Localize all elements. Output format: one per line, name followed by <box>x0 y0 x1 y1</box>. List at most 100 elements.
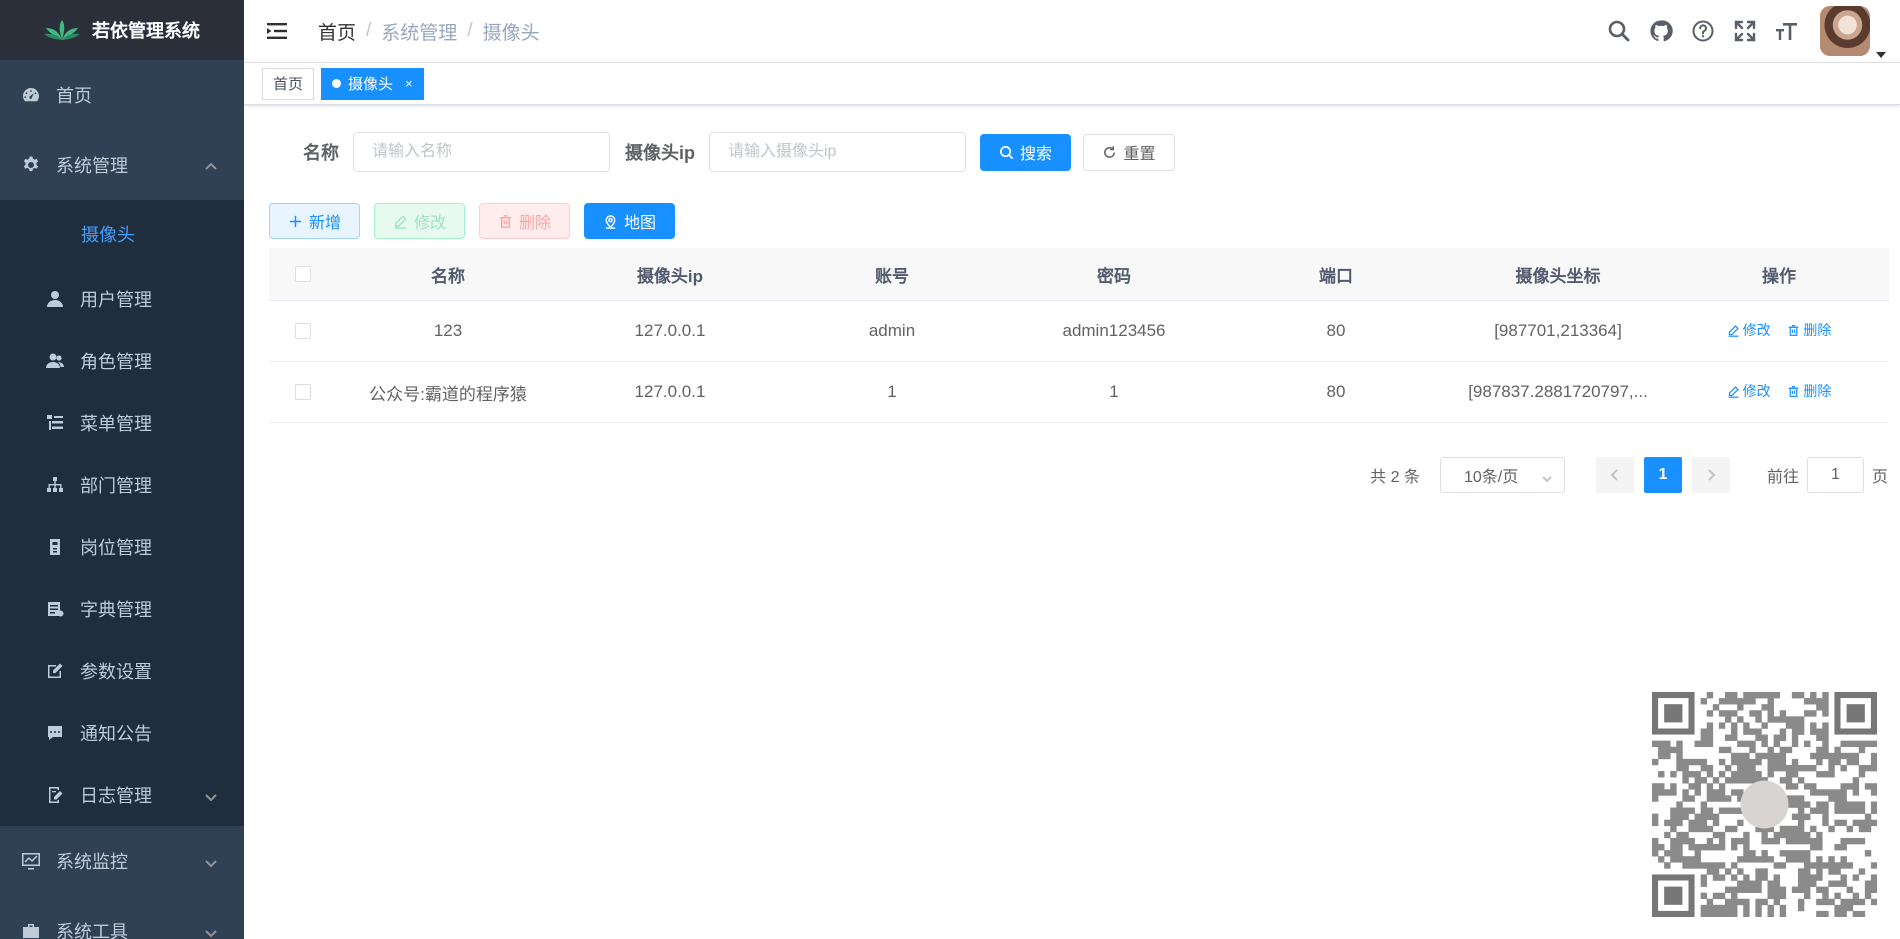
map-button[interactable]: 地图 <box>584 203 675 239</box>
cell-password: admin123456 <box>1062 321 1166 340</box>
cell-actions: 修改 删除 <box>1669 381 1889 403</box>
sidebar-item-dict[interactable]: 字典管理 <box>0 578 244 640</box>
search-icon[interactable] <box>1598 10 1640 52</box>
sidebar-item-home[interactable]: 首页 <box>0 60 244 130</box>
question-icon[interactable] <box>1682 10 1724 52</box>
select-all-cell <box>269 266 337 282</box>
search-form: 名称 摄像头ip 搜索 重置 <box>244 132 1175 172</box>
cell-coords: [987837.2881720797,... <box>1468 382 1648 401</box>
page-size-value: 10条/页 <box>1463 469 1519 486</box>
message-icon <box>44 722 66 744</box>
cell-actions: 修改 删除 <box>1669 320 1889 342</box>
sidebar-item-posts[interactable]: 岗位管理 <box>0 516 244 578</box>
tree-icon <box>44 474 66 496</box>
page-size-select[interactable]: 10条/页 <box>1439 457 1565 493</box>
sidebar-item-label: 系统监控 <box>56 852 128 872</box>
sidebar-item-system[interactable]: 系统管理 <box>0 130 244 200</box>
avatar[interactable] <box>1820 6 1870 56</box>
caret-down-icon <box>1876 46 1886 58</box>
breadcrumb-separator: / <box>467 20 473 41</box>
sidebar-item-departments[interactable]: 部门管理 <box>0 454 244 516</box>
delete-button-label: 删除 <box>519 215 552 232</box>
logo-icon <box>44 20 80 40</box>
github-icon[interactable] <box>1640 10 1682 52</box>
row-delete-button[interactable]: 删除 <box>1787 320 1831 340</box>
row-select-cell <box>269 323 337 339</box>
breadcrumb-separator: / <box>366 20 372 41</box>
fullscreen-icon[interactable] <box>1724 10 1766 52</box>
sidebar-item-label: 字典管理 <box>80 600 152 620</box>
app-title: 若依管理系统 <box>92 21 200 41</box>
cell-name: 公众号:霸道的程序猿 <box>369 384 527 404</box>
sidebar-item-camera[interactable]: 摄像头 <box>0 200 244 268</box>
reset-button[interactable]: 重置 <box>1083 133 1175 171</box>
tag-home[interactable]: 首页 <box>262 67 315 100</box>
app-logo[interactable]: 若依管理系统 <box>0 0 244 60</box>
dict-icon <box>44 598 66 620</box>
table-row[interactable]: 公众号:霸道的程序猿 127.0.0.1 1 1 80 [987837.2881… <box>269 362 1889 423</box>
navbar: 首页 / 系统管理 / 摄像头 <box>244 0 1900 63</box>
name-search-input[interactable] <box>353 132 610 172</box>
post-icon <box>44 536 66 558</box>
close-icon[interactable]: × <box>405 76 413 91</box>
sidebar-item-label: 系统工具 <box>56 922 128 939</box>
page-number-button[interactable]: 1 <box>1643 457 1682 493</box>
edit-icon <box>1728 324 1739 337</box>
search-button[interactable]: 搜索 <box>980 133 1071 171</box>
ip-search-input[interactable] <box>709 132 966 172</box>
prev-page-button[interactable] <box>1595 457 1634 493</box>
page-jumper: 前往 页 <box>1767 457 1888 493</box>
goto-page-input[interactable] <box>1806 457 1864 493</box>
toolbar: 新增 修改 删除 地图 <box>269 203 689 239</box>
table-header: 名称 摄像头ip 账号 密码 端口 摄像头坐标 操作 <box>269 248 1889 301</box>
select-all-checkbox[interactable] <box>295 266 311 282</box>
dashboard-icon <box>20 84 42 106</box>
sidebar-item-menus[interactable]: 菜单管理 <box>0 392 244 454</box>
font-size-icon[interactable] <box>1766 10 1808 52</box>
edit-icon <box>394 214 407 229</box>
sidebar-item-label: 系统管理 <box>56 156 128 176</box>
cell-port: 80 <box>1326 382 1346 401</box>
row-edit-label: 修改 <box>1742 383 1771 400</box>
peoples-icon <box>44 350 66 372</box>
sidebar-item-roles[interactable]: 角色管理 <box>0 330 244 392</box>
log-icon <box>44 784 66 806</box>
next-page-button[interactable] <box>1691 457 1730 493</box>
tag-camera[interactable]: 摄像头 × <box>321 67 424 100</box>
sidebar-item-monitor[interactable]: 系统监控 <box>0 826 244 896</box>
column-header: 密码 <box>1097 266 1131 286</box>
chevron-left-icon <box>1610 469 1618 481</box>
breadcrumb-home[interactable]: 首页 <box>318 18 356 45</box>
chevron-right-icon <box>1708 469 1716 481</box>
plus-icon <box>289 215 302 227</box>
hamburger-menu-icon[interactable] <box>264 17 292 45</box>
row-delete-button[interactable]: 删除 <box>1787 381 1831 401</box>
row-edit-button[interactable]: 修改 <box>1727 381 1771 401</box>
pagination: 共 2 条 10条/页 1 前往 页 <box>1370 457 1888 493</box>
chevron-down-icon <box>204 788 218 802</box>
sidebar-item-label: 日志管理 <box>80 786 152 806</box>
add-button[interactable]: 新增 <box>269 203 360 239</box>
edit-button[interactable]: 修改 <box>374 203 465 239</box>
sidebar-item-users[interactable]: 用户管理 <box>0 268 244 330</box>
sidebar-item-notice[interactable]: 通知公告 <box>0 702 244 764</box>
user-dropdown[interactable] <box>1820 6 1886 58</box>
row-checkbox[interactable] <box>295 384 311 400</box>
page-suffix-label: 页 <box>1871 469 1888 486</box>
active-dot-icon <box>332 79 342 88</box>
row-delete-label: 删除 <box>1803 322 1832 339</box>
sidebar-item-logs[interactable]: 日志管理 <box>0 764 244 826</box>
table-row[interactable]: 123 127.0.0.1 admin admin123456 80 [9877… <box>269 301 1889 362</box>
row-checkbox[interactable] <box>295 323 311 339</box>
sidebar-item-config[interactable]: 参数设置 <box>0 640 244 702</box>
pagination-total: 共 2 条 <box>1370 469 1420 486</box>
sidebar-item-label: 摄像头 <box>81 225 135 245</box>
search-button-label: 搜索 <box>1020 146 1053 163</box>
delete-button[interactable]: 删除 <box>479 203 570 239</box>
user-icon <box>44 288 66 310</box>
row-delete-label: 删除 <box>1803 383 1832 400</box>
row-edit-button[interactable]: 修改 <box>1727 320 1771 340</box>
cell-account: 1 <box>887 382 897 401</box>
goto-label: 前往 <box>1766 469 1799 486</box>
sidebar-item-tools[interactable]: 系统工具 <box>0 896 244 939</box>
